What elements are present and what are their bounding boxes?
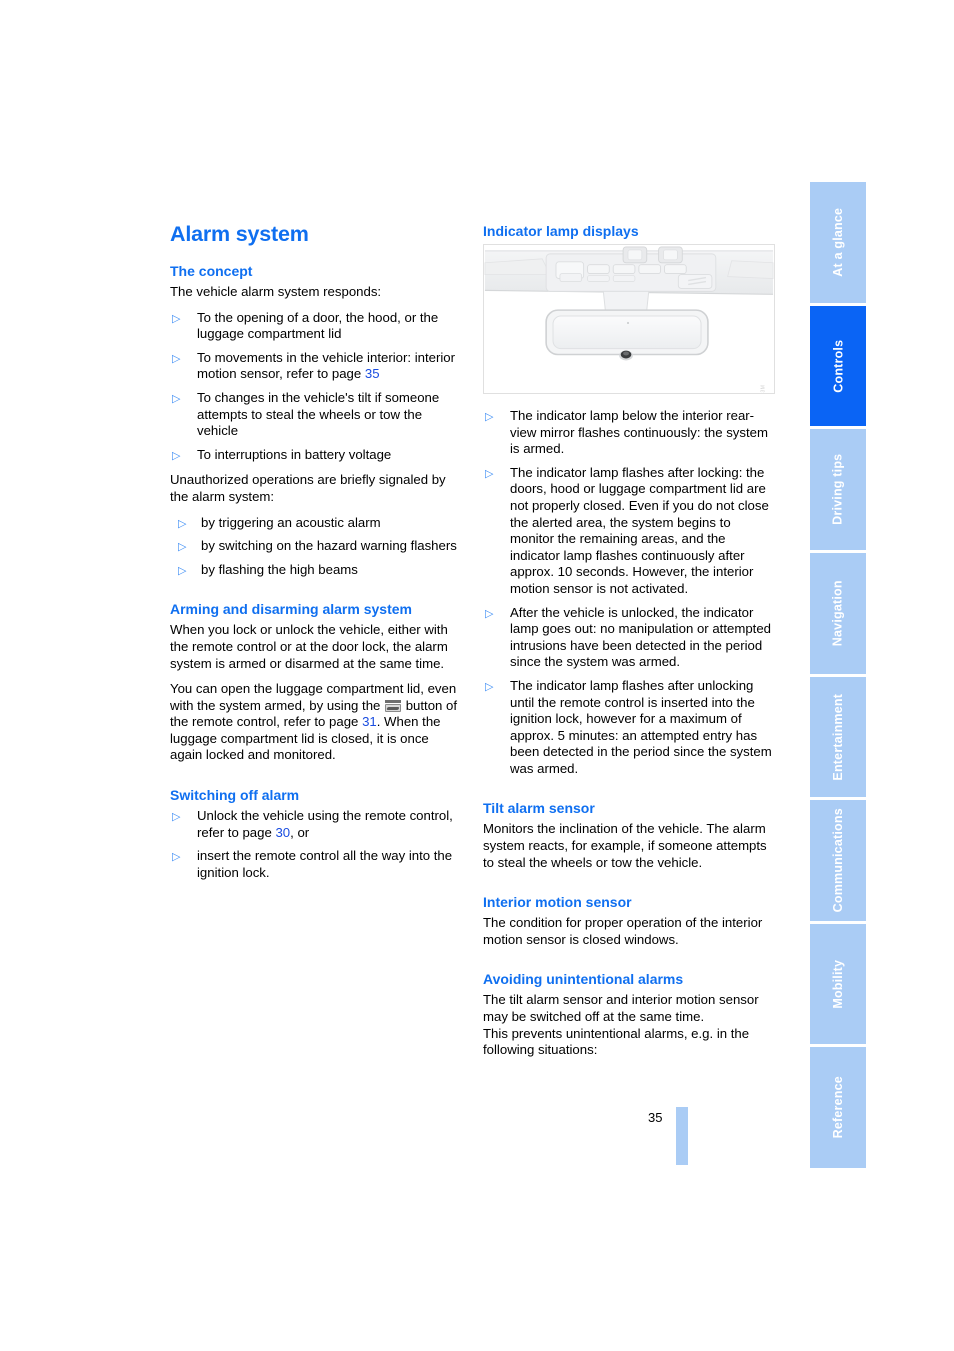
page-marker-bar — [676, 1107, 688, 1165]
triangle-bullet-icon: ▷ — [172, 449, 181, 462]
list-item-text: Unlock the vehicle using the remote cont… — [197, 808, 453, 840]
manual-page: Alarm system The concept The vehicle ala… — [0, 0, 954, 1351]
list-item: ▷ After the vehicle is unlocked, the ind… — [483, 605, 775, 671]
sidebar-item-label: Controls — [830, 339, 845, 393]
list-item-text: by triggering an acoustic alarm — [201, 514, 381, 530]
list-item-text: To interruptions in battery voltage — [197, 446, 392, 462]
sidebar-item-at-a-glance[interactable]: At a glance — [810, 182, 866, 303]
heading-interior-motion-sensor: Interior motion sensor — [483, 894, 632, 911]
switching-off-bullet-list: ▷ Unlock the vehicle using the remote co… — [170, 808, 462, 881]
list-item-text: The indicator lamp flashes after unlocki… — [510, 677, 772, 776]
sidebar-item-label: Mobility — [830, 959, 845, 1009]
list-item-text: To changes in the vehicle's tilt if some… — [197, 389, 440, 439]
figure-code-label: AC2N103M — [755, 385, 772, 393]
list-item: ▷ To movements in the vehicle interior: … — [170, 350, 462, 383]
triangle-bullet-icon: ▷ — [172, 851, 181, 864]
heading-tilt-alarm-sensor: Tilt alarm sensor — [483, 800, 595, 817]
tilt-paragraph: Monitors the inclination of the vehicle.… — [483, 821, 767, 870]
heading-switching-off-alarm: Switching off alarm — [170, 787, 300, 804]
list-item: ▷ The indicator lamp flashes after unloc… — [483, 678, 775, 778]
arming-paragraph-1: When you lock or unlock the vehicle, eit… — [170, 622, 448, 671]
arming-paragraph-2: You can open the luggage compartment lid… — [170, 681, 462, 764]
triangle-bullet-icon: ▷ — [485, 607, 494, 620]
page-reference[interactable]: 35 — [365, 366, 380, 381]
triangle-bullet-icon: ▷ — [178, 564, 187, 577]
luggage-compartment-button-icon — [385, 699, 402, 712]
section-tab-strip: At a glance Controls Driving tips Naviga… — [810, 182, 866, 1168]
list-item-text: To movements in the vehicle interior: in… — [197, 349, 455, 382]
triangle-bullet-icon: ▷ — [172, 392, 181, 405]
list-item: ▷ To interruptions in battery voltage — [170, 447, 462, 464]
triangle-bullet-icon: ▷ — [172, 811, 181, 824]
list-item: ▷ insert the remote control all the way … — [170, 848, 462, 881]
sidebar-item-label: Entertainment — [830, 693, 845, 781]
heading-indicator-lamp-displays: Indicator lamp displays — [483, 223, 639, 239]
sidebar-item-controls[interactable]: Controls — [810, 305, 866, 427]
avoiding-paragraph-1: The tilt alarm sensor and interior motio… — [483, 992, 759, 1025]
page-reference[interactable]: 30 — [275, 825, 290, 840]
signal-intro: Unauthorized operations are briefly sign… — [170, 472, 446, 504]
triangle-bullet-icon: ▷ — [485, 467, 494, 480]
sidebar-item-label: Navigation — [830, 580, 845, 647]
heading-avoiding-unintentional-alarms: Avoiding unintentional alarms — [483, 971, 684, 988]
list-item: ▷ by switching on the hazard warning fla… — [170, 538, 462, 555]
list-item-text: The indicator lamp below the interior re… — [510, 408, 768, 457]
concept-intro: The vehicle alarm system responds: — [170, 284, 382, 299]
list-item: ▷ To the opening of a door, the hood, or… — [170, 310, 462, 343]
sidebar-item-entertainment[interactable]: Entertainment — [810, 676, 866, 798]
page-number: 35 — [648, 1110, 663, 1125]
page-title: Alarm system — [170, 222, 309, 246]
list-item: ▷ The indicator lamp below the interior … — [483, 408, 775, 458]
sidebar-item-communications[interactable]: Communications — [810, 800, 866, 921]
list-item: ▷ Unlock the vehicle using the remote co… — [170, 808, 462, 841]
sidebar-item-navigation[interactable]: Navigation — [810, 552, 866, 674]
sidebar-item-mobility[interactable]: Mobility — [810, 923, 866, 1045]
motion-paragraph: The condition for proper operation of th… — [483, 915, 763, 947]
triangle-bullet-icon: ▷ — [172, 352, 181, 365]
sidebar-item-label: Driving tips — [830, 453, 845, 526]
list-item-text: To the opening of a door, the hood, or t… — [197, 309, 439, 342]
list-item: ▷ by flashing the high beams — [170, 562, 462, 579]
list-item: ▷ The indicator lamp flashes after locki… — [483, 465, 775, 598]
heading-the-concept: The concept — [170, 263, 253, 279]
avoiding-paragraph-2: This prevents unintentional alarms, e.g.… — [483, 1025, 750, 1058]
concept-bullet-list: ▷ To the opening of a door, the hood, or… — [170, 310, 462, 464]
list-item-text: insert the remote control all the way in… — [197, 848, 453, 880]
sidebar-item-reference[interactable]: Reference — [810, 1047, 866, 1168]
list-item-suffix: , or — [290, 824, 310, 840]
sidebar-item-label: Reference — [830, 1076, 845, 1139]
page-reference[interactable]: 31 — [362, 714, 377, 729]
triangle-bullet-icon: ▷ — [485, 411, 494, 423]
indicator-bullet-list: ▷ The indicator lamp below the interior … — [483, 408, 775, 777]
triangle-bullet-icon: ▷ — [172, 312, 181, 325]
list-item-text: The indicator lamp flashes after locking… — [510, 464, 769, 596]
rear-view-mirror-illustration: AC2N103M — [483, 244, 775, 394]
sidebar-item-driving-tips[interactable]: Driving tips — [810, 429, 866, 550]
left-column: Alarm system The concept The vehicle ala… — [170, 222, 462, 890]
signal-bullet-list: ▷ by triggering an acoustic alarm ▷ by s… — [170, 515, 462, 579]
list-item: ▷ To changes in the vehicle's tilt if so… — [170, 390, 462, 440]
triangle-bullet-icon: ▷ — [485, 680, 494, 693]
sidebar-item-label: At a glance — [830, 207, 845, 277]
triangle-bullet-icon: ▷ — [178, 517, 187, 530]
heading-arming-and-disarming: Arming and disarming alarm system — [170, 601, 412, 618]
list-item-text: by switching on the hazard warning flash… — [201, 538, 457, 554]
list-item-text: by flashing the high beams — [201, 561, 358, 577]
triangle-bullet-icon: ▷ — [178, 541, 187, 554]
right-column: Indicator lamp displays ▷ The indicator … — [483, 222, 775, 1068]
list-item: ▷ by triggering an acoustic alarm — [170, 515, 462, 532]
list-item-text: After the vehicle is unlocked, the indic… — [510, 604, 771, 670]
sidebar-item-label: Communications — [830, 808, 845, 913]
